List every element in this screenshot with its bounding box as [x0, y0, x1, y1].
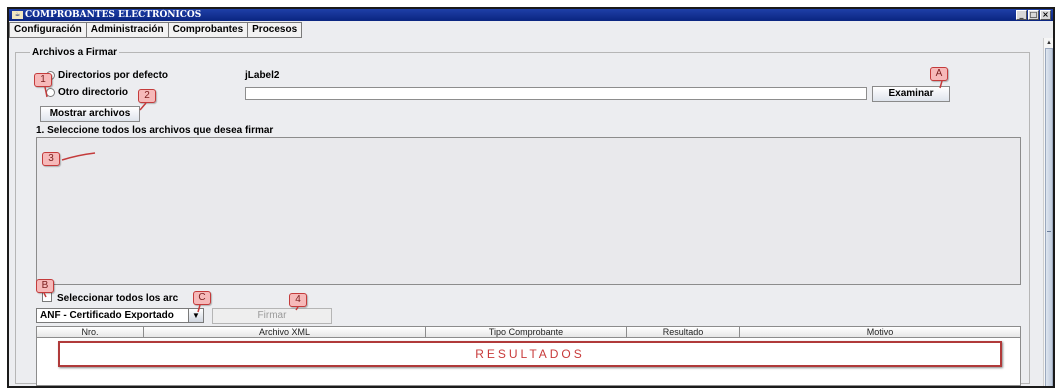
java-cup-icon: ☕	[12, 11, 23, 19]
column-resultado[interactable]: Resultado	[627, 327, 740, 338]
annotation-badge-c: C	[193, 291, 211, 305]
default-path-label: jLabel2	[245, 70, 280, 81]
menu-configuracion[interactable]: Configuración	[9, 22, 87, 38]
radio-other-directory[interactable]	[46, 88, 55, 97]
select-all-label: Seleccionar todos los arc	[57, 293, 179, 304]
grip-icon	[1047, 231, 1051, 232]
vertical-scrollbar[interactable]: ▲	[1043, 38, 1053, 386]
scroll-up-icon[interactable]: ▲	[1045, 39, 1053, 47]
annotation-badge-a: A	[930, 67, 948, 81]
radio-other-label: Otro directorio	[58, 87, 129, 98]
column-nro[interactable]: Nro.	[37, 327, 144, 338]
chevron-down-icon[interactable]: ▼	[188, 309, 203, 322]
title-bar: ☕ COMPROBANTES ELECTRÓNICOS _ □ ×	[9, 9, 1053, 21]
instruction-text: 1. Seleccione todos los archivos que des…	[36, 125, 274, 136]
column-archivo-xml[interactable]: Archivo XML	[144, 327, 426, 338]
annotation-badge-4: 4	[289, 293, 307, 307]
annotation-badge-1: 1	[34, 73, 52, 87]
show-files-button[interactable]: Mostrar archivos	[40, 106, 140, 122]
annotation-badge-b: B	[36, 279, 54, 293]
column-motivo[interactable]: Motivo	[740, 327, 1020, 338]
sign-button[interactable]: Firmar	[212, 308, 332, 324]
radio-default-label: Directorios por defecto	[58, 70, 169, 81]
scroll-thumb[interactable]	[1045, 48, 1053, 386]
section-title: Archivos a Firmar	[30, 47, 120, 58]
maximize-button[interactable]: □	[1028, 10, 1039, 20]
window-title: COMPROBANTES ELECTRÓNICOS	[25, 10, 202, 20]
browse-button[interactable]: Examinar	[872, 86, 950, 102]
results-annotation-box: RESULTADOS	[58, 341, 1002, 367]
files-list-pane[interactable]	[36, 137, 1021, 285]
results-annotation-label: RESULTADOS	[475, 347, 585, 361]
annotation-badge-2: 2	[138, 89, 156, 103]
table-header: Nro. Archivo XML Tipo Comprobante Result…	[37, 327, 1020, 338]
menu-administracion[interactable]: Administración	[86, 22, 169, 38]
window-controls: _ □ ×	[1016, 10, 1051, 20]
certificate-selected-value: ANF - Certificado Exportado	[40, 310, 174, 321]
annotation-badge-3: 3	[42, 152, 60, 166]
column-tipo-comprobante[interactable]: Tipo Comprobante	[426, 327, 627, 338]
menu-bar: Configuración Administración Comprobante…	[9, 22, 303, 38]
certificate-select[interactable]: ANF - Certificado Exportado ▼	[36, 308, 204, 323]
directory-input[interactable]	[245, 87, 867, 100]
minimize-button[interactable]: _	[1016, 10, 1027, 20]
close-button[interactable]: ×	[1040, 10, 1051, 20]
menu-procesos[interactable]: Procesos	[248, 22, 303, 38]
menu-comprobantes[interactable]: Comprobantes	[168, 22, 249, 38]
select-all-checkbox[interactable]	[42, 292, 52, 302]
